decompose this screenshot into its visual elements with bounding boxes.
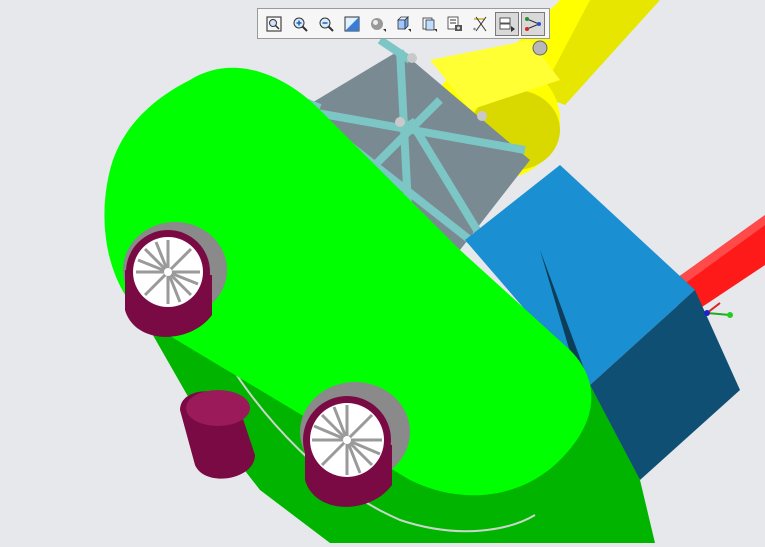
datum-display-button[interactable]: * <box>469 12 493 36</box>
repaint-button[interactable] <box>340 12 364 36</box>
spin-center-icon <box>499 17 516 32</box>
layers-icon <box>447 16 463 31</box>
view-toolbar: * <box>257 8 550 39</box>
zoom-in-button[interactable] <box>288 12 312 36</box>
coordinate-triad-icon <box>704 302 733 318</box>
wheel-bottom-left[interactable] <box>180 390 255 479</box>
model-scene[interactable] <box>0 0 765 543</box>
zoom-out-button[interactable] <box>314 12 338 36</box>
svg-text:*: * <box>473 27 476 33</box>
zoom-out-icon <box>319 17 334 32</box>
zoom-in-icon <box>293 17 308 32</box>
shading-button[interactable] <box>366 12 390 36</box>
view-cube-button[interactable] <box>392 12 416 36</box>
repaint-icon <box>344 16 360 31</box>
annotation-button[interactable] <box>521 11 545 36</box>
annotation-icon <box>525 16 542 31</box>
zoom-fit-button[interactable] <box>262 12 286 36</box>
saved-views-button[interactable] <box>417 12 441 36</box>
datum-display-icon: * <box>473 16 487 33</box>
layers-button[interactable] <box>443 12 467 36</box>
view-cube-icon <box>397 15 412 32</box>
zoom-fit-icon <box>266 15 282 32</box>
spin-center-button[interactable] <box>495 11 520 36</box>
shading-icon <box>370 17 386 32</box>
saved-views-icon <box>422 17 438 32</box>
model-viewport[interactable]: * <box>0 0 765 543</box>
